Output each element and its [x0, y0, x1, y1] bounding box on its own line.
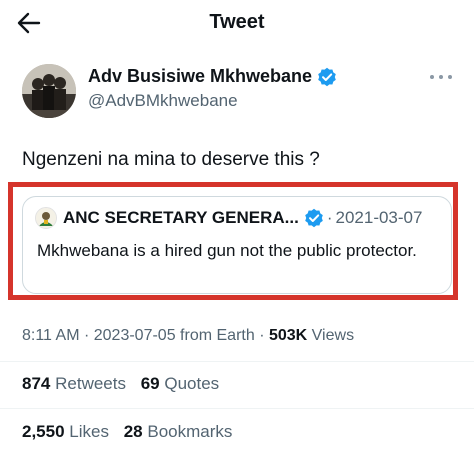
- likes-label: Likes: [69, 422, 109, 441]
- author-name[interactable]: Adv Busisiwe Mkhwebane: [88, 66, 312, 87]
- stats-row-reactions: 2,550 Likes 28 Bookmarks: [22, 422, 242, 442]
- tweet-source: from Earth: [180, 327, 255, 344]
- tweet-text: Ngenzeni na mina to deserve this ?: [22, 149, 320, 170]
- page-title: Tweet: [209, 11, 265, 33]
- bookmarks-label: Bookmarks: [147, 422, 233, 441]
- divider: [0, 361, 474, 362]
- quote-avatar: [35, 207, 57, 229]
- avatar[interactable]: [22, 64, 76, 118]
- bookmarks-count: 28: [123, 422, 143, 441]
- quote-author-name: ANC SECRETARY GENERA...: [63, 208, 299, 227]
- more-options-icon[interactable]: [430, 69, 452, 85]
- tweet-time: 8:11 AM: [22, 327, 80, 344]
- views-count: 503K: [268, 327, 308, 344]
- divider: [0, 408, 474, 409]
- retweets-stat[interactable]: 874 Retweets: [22, 374, 131, 393]
- views-label: Views: [311, 327, 355, 344]
- likes-count: 2,550: [22, 422, 65, 441]
- quotes-label: Quotes: [164, 374, 220, 393]
- bookmarks-stat[interactable]: 28 Bookmarks: [124, 422, 233, 441]
- quoted-tweet[interactable]: ANC SECRETARY GENERA... · 2021-03-07 Mkh…: [22, 196, 452, 294]
- retweets-count: 874: [22, 374, 51, 393]
- meta-separator: ·: [83, 327, 90, 344]
- verified-badge-icon: [317, 67, 337, 87]
- quote-date: 2021-03-07: [335, 208, 423, 227]
- verified-badge-icon: [304, 208, 324, 228]
- likes-stat[interactable]: 2,550 Likes: [22, 422, 114, 441]
- quote-header: ANC SECRETARY GENERA... · 2021-03-07: [35, 207, 422, 229]
- quotes-stat[interactable]: 69 Quotes: [141, 374, 219, 393]
- meta-separator: ·: [259, 327, 265, 344]
- quote-text: Mkhwebana is a hired gun not the public …: [37, 241, 417, 260]
- author-handle[interactable]: @AdvBMkhwebane: [88, 91, 238, 111]
- author-name-row[interactable]: Adv Busisiwe Mkhwebane: [88, 66, 337, 87]
- tweet-meta: 8:11 AM · 2023-07-05 from Earth · 503K V…: [22, 327, 354, 345]
- quote-separator: ·: [326, 208, 333, 227]
- quotes-count: 69: [140, 374, 160, 393]
- retweets-label: Retweets: [55, 374, 126, 393]
- stats-row-shares: 874 Retweets 69 Quotes: [22, 374, 229, 394]
- tweet-date: 2023-07-05: [93, 327, 176, 344]
- tweet-header: Tweet: [0, 0, 474, 50]
